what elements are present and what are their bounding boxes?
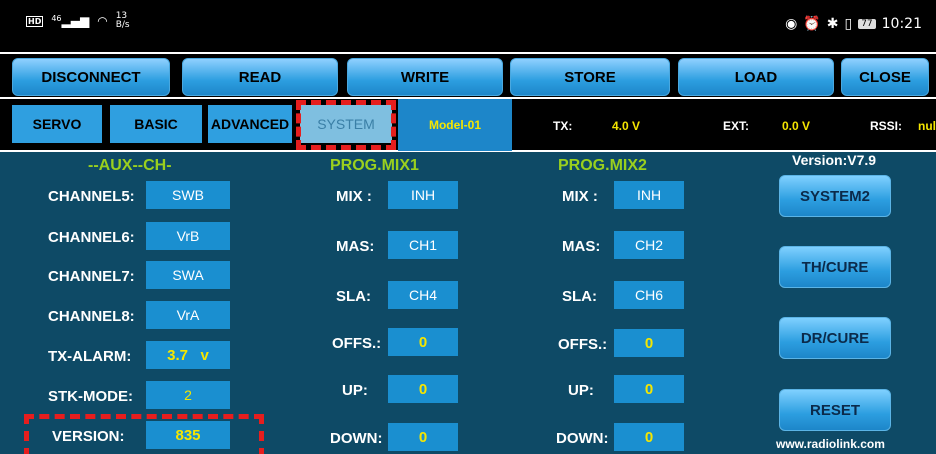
status-bar: HD 46▂▄▆ ◠ 13 B/s ◉ ⏰ ✱ ▯ 77 10:21: [0, 0, 936, 50]
read-button[interactable]: READ: [182, 58, 338, 96]
battery-icon: 77: [858, 19, 876, 29]
tx-alarm-label: TX-ALARM:: [48, 348, 132, 365]
mix1-sla-value[interactable]: CH4: [388, 281, 458, 309]
mix1-down-label: DOWN:: [330, 430, 383, 447]
clock: 10:21: [881, 16, 922, 32]
toolbar: DISCONNECT READ WRITE STORE LOAD CLOSE: [0, 52, 936, 98]
version-value: 835: [146, 421, 230, 449]
mix2-mas-label: MAS:: [562, 238, 601, 255]
mix2-mix-value[interactable]: INH: [614, 181, 684, 209]
vibrate-icon: ▯: [844, 16, 853, 32]
status-right: ◉ ⏰ ✱ ▯ 77 10:21: [785, 16, 922, 32]
mix2-offs-label: OFFS.:: [558, 336, 608, 353]
rssi-value: nul: [918, 119, 936, 133]
mix1-mix-label: MIX :: [336, 188, 372, 205]
channel7-value[interactable]: SWA: [146, 261, 230, 289]
wifi-icon: ◠: [97, 14, 108, 28]
mix1-mas-label: MAS:: [336, 238, 375, 255]
channel7-label: CHANNEL7:: [48, 268, 135, 285]
channel6-label: CHANNEL6:: [48, 229, 135, 246]
mix2-mas-value[interactable]: CH2: [614, 231, 684, 259]
speed-indicator: 13 B/s: [115, 11, 130, 30]
tab-advanced[interactable]: ADVANCED: [208, 105, 292, 143]
reset-button[interactable]: RESET: [779, 389, 891, 431]
tab-basic[interactable]: BASIC: [110, 105, 202, 143]
mix2-up-value[interactable]: 0: [614, 375, 684, 403]
tab-system[interactable]: SYSTEM: [300, 105, 392, 143]
load-button[interactable]: LOAD: [678, 58, 834, 96]
mix1-mas-value[interactable]: CH1: [388, 231, 458, 259]
mix2-down-label: DOWN:: [556, 430, 609, 447]
mix1-offs-label: OFFS.:: [332, 335, 382, 352]
mix2-up-label: UP:: [568, 382, 594, 399]
model-name: Model-01: [398, 99, 512, 151]
mix2-heading: PROG.MIX2: [558, 157, 647, 174]
tx-alarm-value[interactable]: 3.7 v: [146, 341, 230, 369]
aux-heading: --AUX--CH-: [88, 157, 172, 174]
mix1-down-value[interactable]: 0: [388, 423, 458, 451]
hd-icon: HD: [26, 15, 44, 27]
stk-mode-value[interactable]: 2: [146, 381, 230, 409]
mix1-mix-value[interactable]: INH: [388, 181, 458, 209]
channel5-label: CHANNEL5:: [48, 188, 135, 205]
tab-bar: SERVO BASIC ADVANCED SYSTEM Model-01 TX:…: [0, 97, 936, 152]
disconnect-button[interactable]: DISCONNECT: [12, 58, 170, 96]
channel8-value[interactable]: VrA: [146, 301, 230, 329]
mix1-up-value[interactable]: 0: [388, 375, 458, 403]
tx-label: TX:: [553, 119, 573, 133]
mix1-heading: PROG.MIX1: [330, 157, 419, 174]
eye-icon: ◉: [785, 16, 798, 32]
write-button[interactable]: WRITE: [347, 58, 503, 96]
dr-curve-button[interactable]: DR/CURE: [779, 317, 891, 359]
system2-button[interactable]: SYSTEM2: [779, 175, 891, 217]
mix2-offs-value[interactable]: 0: [614, 329, 684, 357]
version-label: VERSION:: [52, 428, 125, 445]
tx-voltage: 4.0 V: [612, 119, 641, 133]
channel5-value[interactable]: SWB: [146, 181, 230, 209]
status-left: HD 46▂▄▆ ◠ 13 B/s: [26, 12, 130, 30]
website-link: www.radiolink.com: [776, 437, 885, 451]
stk-mode-label: STK-MODE:: [48, 388, 133, 405]
alarm-icon: ⏰: [803, 16, 821, 32]
mix1-up-label: UP:: [342, 382, 368, 399]
mix2-down-value[interactable]: 0: [614, 423, 684, 451]
channel8-label: CHANNEL8:: [48, 308, 135, 325]
store-button[interactable]: STORE: [510, 58, 670, 96]
tab-servo[interactable]: SERVO: [12, 105, 102, 143]
mix1-sla-label: SLA:: [336, 288, 371, 305]
rssi-label: RSSI:: [870, 119, 903, 133]
ext-voltage: 0.0 V: [782, 119, 811, 133]
mix2-sla-label: SLA:: [562, 288, 597, 305]
mix1-offs-value[interactable]: 0: [388, 328, 458, 356]
firmware-version: Version:V7.9: [792, 152, 877, 168]
ext-label: EXT:: [723, 119, 750, 133]
mix2-sla-value[interactable]: CH6: [614, 281, 684, 309]
th-curve-button[interactable]: TH/CURE: [779, 246, 891, 288]
close-button[interactable]: CLOSE: [841, 58, 929, 96]
bluetooth-icon: ✱: [826, 16, 839, 32]
channel6-value[interactable]: VrB: [146, 222, 230, 250]
signal-icon: 46▂▄▆: [51, 14, 90, 28]
mix2-mix-label: MIX :: [562, 188, 598, 205]
